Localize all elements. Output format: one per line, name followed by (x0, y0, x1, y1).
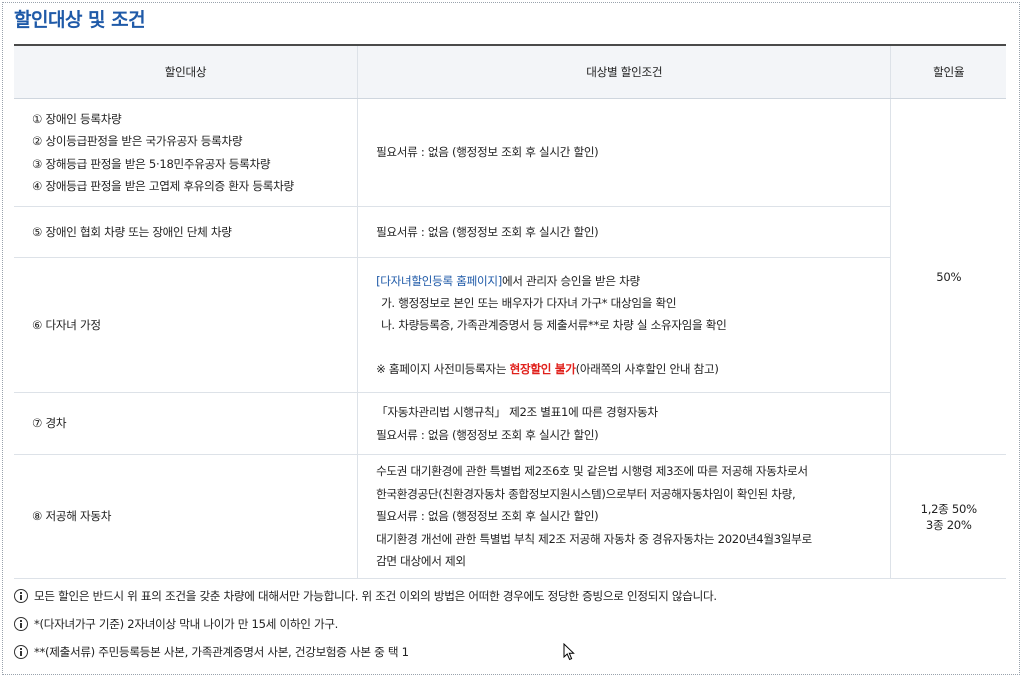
table-row: ⑤ 장애인 협회 차량 또는 장애인 단체 차량 필요서류 : 없음 (행정정보… (14, 206, 1006, 258)
condition-subitem: 나. 차량등록증, 가족관계증명서 등 제출서류**로 차량 실 소유자임을 확… (381, 318, 727, 332)
target-cell: ⑤ 장애인 협회 차량 또는 장애인 단체 차량 (14, 206, 358, 258)
condition-notice: ※ 홈페이지 사전미등록자는 현장할인 불가(아래쪽의 사후할인 안내 참고) (376, 362, 719, 376)
target-item: ⑥ 다자녀 가정 (32, 317, 101, 332)
discount-table: 할인대상 대상별 할인조건 할인율 ① 장애인 등록차량 ② 상이등급판정을 받… (14, 44, 1006, 579)
condition-text: 「자동차관리법 시행규칙」 제2조 별표1에 따른 경형자동차 (376, 405, 658, 419)
rate-line: 3종 20% (925, 517, 972, 532)
target-item: ⑧ 저공해 자동차 (32, 509, 112, 524)
condition-text: 수도권 대기환경에 관한 특별법 제2조6호 및 같은법 시행령 제3조에 따른… (376, 464, 808, 479)
condition-text: 필요서류 : 없음 (행정정보 조회 후 실시간 할인) (376, 427, 599, 442)
header-condition: 대상별 할인조건 (357, 44, 891, 99)
multi-child-registration-link[interactable]: [다자녀할인등록 홈페이지] (376, 274, 502, 288)
condition-text: 필요서류 : 없음 (행정정보 조회 후 실시간 할인) (376, 224, 599, 239)
condition-cell: 필요서류 : 없음 (행정정보 조회 후 실시간 할인) (357, 206, 891, 258)
table-row: ① 장애인 등록차량 ② 상이등급판정을 받은 국가유공자 등록차량 ③ 장해등… (14, 98, 1006, 455)
rate-line: 1,2종 50% (920, 501, 977, 516)
target-item: ② 상이등급판정을 받은 국가유공자 등록차량 (32, 134, 243, 148)
rate-cell: 50% (890, 98, 1006, 455)
info-circle-icon (14, 617, 28, 631)
target-item: ① 장애인 등록차량 (32, 111, 122, 126)
target-cell: ① 장애인 등록차량 ② 상이등급판정을 받은 국가유공자 등록차량 ③ 장해등… (14, 98, 358, 207)
target-item: ⑦ 경차 (32, 416, 67, 431)
condition-text: [다자녀할인등록 홈페이지]에서 관리자 승인을 받은 차량 (376, 274, 640, 288)
condition-cell: 필요서류 : 없음 (행정정보 조회 후 실시간 할인) (357, 98, 891, 207)
mouse-pointer-icon (563, 643, 575, 661)
note-item: 모든 할인은 반드시 위 표의 조건을 갖춘 차량에 대해서만 가능합니다. 위… (14, 582, 717, 610)
table-header-row: 할인대상 대상별 할인조건 할인율 (14, 44, 1006, 99)
condition-text: 한국환경공단(친환경자동차 종합정보지원시스템)으로부터 저공해자동차임이 확인… (376, 486, 796, 501)
page-title: 할인대상 및 조건 (14, 9, 146, 31)
onsite-discount-unavailable: 현장할인 불가 (509, 362, 576, 376)
condition-text: 대기환경 개선에 관한 특별법 부칙 제2조 저공해 자동차 중 경유자동차는 … (376, 531, 812, 546)
info-circle-icon (14, 645, 28, 659)
table-row: ⑥ 다자녀 가정 [다자녀할인등록 홈페이지]에서 관리자 승인을 받은 차량 … (14, 257, 1006, 393)
table-row: ⑧ 저공해 자동차 수도권 대기환경에 관한 특별법 제2조6호 및 같은법 시… (14, 454, 1006, 579)
target-cell: ⑧ 저공해 자동차 (14, 454, 358, 579)
condition-subitem: 가. 행정정보로 본인 또는 배우자가 다자녀 가구* 대상임을 확인 (381, 296, 677, 310)
note-text: 모든 할인은 반드시 위 표의 조건을 갖춘 차량에 대해서만 가능합니다. 위… (34, 589, 717, 603)
condition-cell: 「자동차관리법 시행규칙」 제2조 별표1에 따른 경형자동차 필요서류 : 없… (357, 392, 891, 455)
header-target: 할인대상 (14, 44, 358, 99)
notes-list: 모든 할인은 반드시 위 표의 조건을 갖춘 차량에 대해서만 가능합니다. 위… (14, 582, 717, 666)
info-circle-icon (14, 589, 28, 603)
target-cell: ⑥ 다자녀 가정 (14, 257, 358, 393)
note-item: **(제출서류) 주민등록등본 사본, 가족관계증명서 사본, 건강보험증 사본… (14, 638, 717, 666)
note-text: *(다자녀가구 기준) 2자녀이상 막내 나이가 만 15세 이하인 가구. (34, 617, 339, 631)
rate-cell: 1,2종 50% 3종 20% (890, 454, 1006, 579)
target-item: ⑤ 장애인 협회 차량 또는 장애인 단체 차량 (32, 224, 232, 239)
table-row: ⑦ 경차 「자동차관리법 시행규칙」 제2조 별표1에 따른 경형자동차 필요서… (14, 392, 1006, 455)
header-rate: 할인율 (890, 44, 1006, 99)
condition-text: 필요서류 : 없음 (행정정보 조회 후 실시간 할인) (376, 145, 599, 160)
target-item: ④ 장애등급 판정을 받은 고엽제 후유의증 환자 등록차량 (32, 179, 294, 193)
note-item: *(다자녀가구 기준) 2자녀이상 막내 나이가 만 15세 이하인 가구. (14, 610, 717, 638)
condition-cell: 수도권 대기환경에 관한 특별법 제2조6호 및 같은법 시행령 제3조에 따른… (357, 454, 891, 579)
condition-text: 감면 대상에서 제외 (376, 554, 466, 569)
target-item: ③ 장해등급 판정을 받은 5·18민주유공자 등록차량 (32, 156, 271, 171)
target-cell: ⑦ 경차 (14, 392, 358, 455)
condition-cell: [다자녀할인등록 홈페이지]에서 관리자 승인을 받은 차량 가. 행정정보로 … (357, 257, 891, 393)
condition-text: 필요서류 : 없음 (행정정보 조회 후 실시간 할인) (376, 509, 599, 524)
note-text: **(제출서류) 주민등록등본 사본, 가족관계증명서 사본, 건강보험증 사본… (34, 645, 409, 659)
